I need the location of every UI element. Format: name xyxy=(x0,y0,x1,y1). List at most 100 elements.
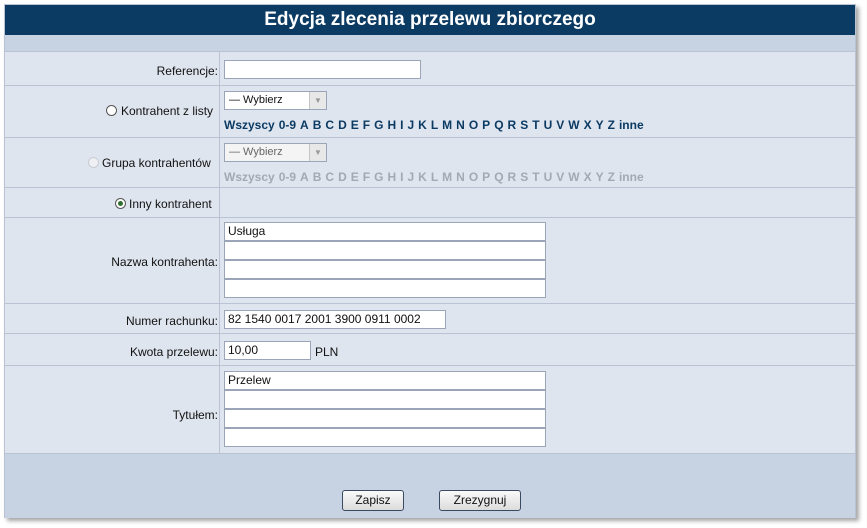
group-label: Grupa kontrahentów xyxy=(102,156,211,170)
alphabet-link-p[interactable]: P xyxy=(482,118,490,132)
name-line-4[interactable] xyxy=(224,279,546,298)
alphabet-link-w[interactable]: W xyxy=(568,118,579,132)
alphabet-link-disabled-f: F xyxy=(362,170,371,184)
row-title: Tytułem: Przelew xyxy=(5,365,855,454)
alphabet-link-n[interactable]: N xyxy=(456,118,465,132)
name-label: Nazwa kontrahenta: xyxy=(111,255,218,269)
group-radio xyxy=(88,157,99,168)
contractor-list-radio[interactable] xyxy=(106,105,117,116)
alphabet-link-disabled-q: Q xyxy=(494,170,504,184)
group-select: — Wybierz ▼ xyxy=(224,143,327,162)
alphabet-link-disabled-b: B xyxy=(312,170,322,184)
column-divider xyxy=(219,51,220,453)
other-label: Inny kontrahent xyxy=(129,197,212,211)
alphabet-link-disabled-p: P xyxy=(482,170,491,184)
chevron-down-icon: ▼ xyxy=(309,92,326,109)
alphabet-link-o[interactable]: O xyxy=(469,118,478,132)
name-line-2[interactable] xyxy=(224,241,546,260)
alphabet-link-l[interactable]: L xyxy=(431,118,438,132)
account-input[interactable]: 82 1540 0017 2001 3900 0911 0002 xyxy=(224,310,446,329)
alphabet-filter-disabled: Wszyscy 0-9 A B C D E F G H I J K L M N O P Q R S T U V W X Y Zinne xyxy=(224,170,648,184)
title-line-1[interactable]: Przelew xyxy=(224,371,546,390)
contractor-list-select[interactable]: — Wybierz ▼ xyxy=(224,91,327,110)
alphabet-link-s[interactable]: S xyxy=(520,118,528,132)
alphabet-link-disabled-r: R xyxy=(507,170,517,184)
alphabet-link-f[interactable]: F xyxy=(363,118,370,132)
footer-bar: Zapisz Zrezygnuj xyxy=(5,453,855,518)
contractor-list-label: Kontrahent z listy xyxy=(121,104,214,118)
currency-label: PLN xyxy=(315,345,339,359)
amount-input[interactable]: 10,00 xyxy=(224,341,311,360)
alphabet-link-disabled-k: K xyxy=(418,170,427,184)
alphabet-link-g[interactable]: G xyxy=(374,118,383,132)
alphabet-link-a[interactable]: A xyxy=(300,118,309,132)
save-button[interactable]: Zapisz xyxy=(342,490,404,511)
alphabet-link-c[interactable]: C xyxy=(325,118,334,132)
alphabet-link-x[interactable]: X xyxy=(584,118,592,132)
alphabet-link-disabled-w: W xyxy=(568,170,580,184)
alphabet-link-inne[interactable]: inne xyxy=(619,118,644,132)
alphabet-link-disabled-m: M xyxy=(442,170,453,184)
alphabet-link-disabled-j: J xyxy=(407,170,415,184)
alphabet-link-disabled-n: N xyxy=(456,170,465,184)
alphabet-link-k[interactable]: K xyxy=(418,118,427,132)
title-line-4[interactable] xyxy=(224,428,546,447)
alphabet-link-disabled-t: T xyxy=(532,170,540,184)
alphabet-link-h[interactable]: H xyxy=(387,118,396,132)
alphabet-link-disabled-x: X xyxy=(583,170,592,184)
row-contractor-list: Kontrahent z listy — Wybierz ▼ Wszyscy 0-… xyxy=(5,85,855,138)
title-label: Tytułem: xyxy=(172,408,218,422)
alphabet-link-u[interactable]: U xyxy=(544,118,553,132)
alphabet-link-disabled-digits: 0-9 xyxy=(278,170,297,184)
title-line-2[interactable] xyxy=(224,390,546,409)
row-other: Inny kontrahent xyxy=(5,187,855,218)
alphabet-link-disabled-y: Y xyxy=(595,170,604,184)
alphabet-link-disabled-o: O xyxy=(468,170,479,184)
alphabet-link-d[interactable]: D xyxy=(338,118,347,132)
form-window: Edycja zlecenia przelewu zbiorczego Refe… xyxy=(4,4,856,518)
alphabet-link-disabled-e: E xyxy=(350,170,359,184)
name-line-3[interactable] xyxy=(224,260,546,279)
contractor-list-select-value: — Wybierz xyxy=(229,94,283,106)
alphabet-link-disabled-i: I xyxy=(400,170,404,184)
alphabet-link-all[interactable]: Wszyscy xyxy=(224,118,275,132)
page-title: Edycja zlecenia przelewu zbiorczego xyxy=(5,5,855,35)
alphabet-link-v[interactable]: V xyxy=(556,118,564,132)
alphabet-link-disabled-h: H xyxy=(387,170,397,184)
alphabet-link-disabled-g: G xyxy=(374,170,384,184)
alphabet-link-disabled-inne: inne xyxy=(618,170,644,184)
alphabet-link-t[interactable]: T xyxy=(532,118,539,132)
row-name: Nazwa kontrahenta: Usługa xyxy=(5,217,855,304)
row-reference: Referencje: xyxy=(5,51,855,86)
account-label: Numer rachunku: xyxy=(125,314,218,328)
alphabet-link-disabled-c: C xyxy=(325,170,335,184)
alphabet-filter: Wszyscy 0-9 A B C D E F G H I J K L M N O P Q R S T U V W X Y Zinne xyxy=(224,118,648,132)
header-strip xyxy=(5,35,855,51)
alphabet-link-disabled-all: Wszyscy xyxy=(224,170,275,184)
alphabet-link-disabled-u: U xyxy=(543,170,553,184)
alphabet-link-b[interactable]: B xyxy=(313,118,322,132)
alphabet-link-j[interactable]: J xyxy=(407,118,414,132)
alphabet-link-i[interactable]: I xyxy=(400,118,403,132)
alphabet-link-disabled-d: D xyxy=(338,170,347,184)
alphabet-link-y[interactable]: Y xyxy=(596,118,604,132)
alphabet-link-m[interactable]: M xyxy=(442,118,452,132)
chevron-down-icon: ▼ xyxy=(309,144,326,161)
row-account: Numer rachunku: 82 1540 0017 2001 3900 0… xyxy=(5,303,855,334)
other-radio[interactable] xyxy=(115,198,126,209)
title-line-3[interactable] xyxy=(224,409,546,428)
alphabet-link-disabled-l: L xyxy=(430,170,439,184)
cancel-button[interactable]: Zrezygnuj xyxy=(439,490,521,511)
name-line-1[interactable]: Usługa xyxy=(224,222,546,241)
alphabet-link-e[interactable]: E xyxy=(351,118,359,132)
amount-label: Kwota przelewu: xyxy=(129,345,218,359)
reference-label: Referencje: xyxy=(156,64,218,78)
row-amount: Kwota przelewu: 10,00 PLN xyxy=(5,333,855,366)
alphabet-link-z[interactable]: Z xyxy=(608,118,615,132)
alphabet-link-digits[interactable]: 0-9 xyxy=(279,118,296,132)
alphabet-link-r[interactable]: R xyxy=(508,118,517,132)
alphabet-link-disabled-a: A xyxy=(300,170,309,184)
alphabet-link-disabled-v: V xyxy=(556,170,565,184)
alphabet-link-q[interactable]: Q xyxy=(494,118,503,132)
reference-input[interactable] xyxy=(224,60,421,79)
